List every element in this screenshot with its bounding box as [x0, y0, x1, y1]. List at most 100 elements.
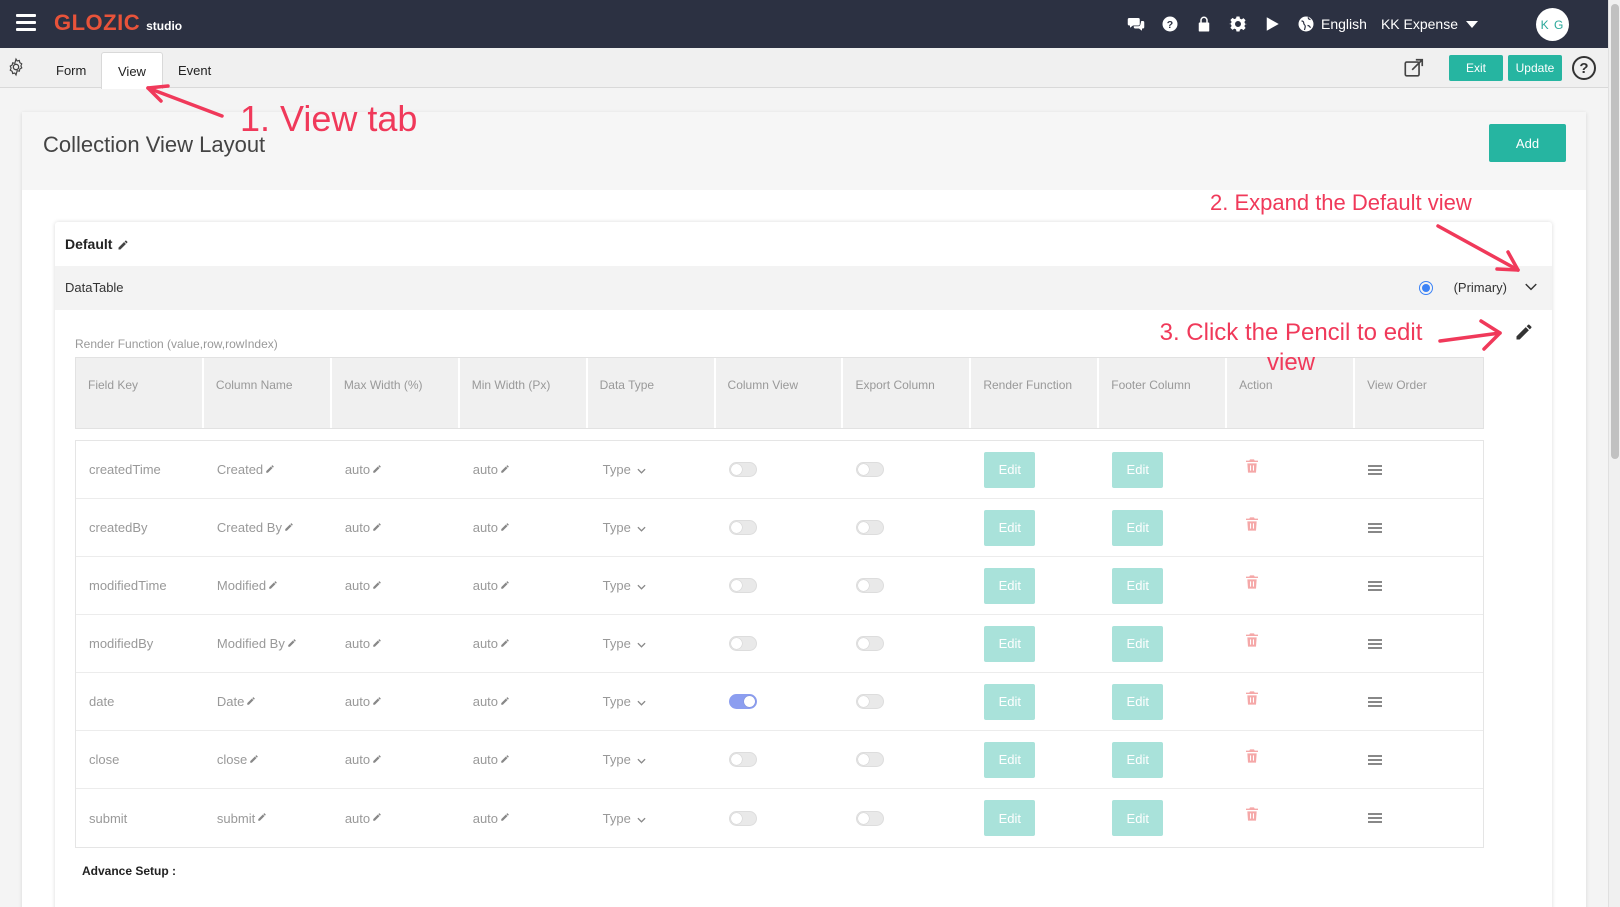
column-name-cell[interactable]: Modified: [204, 578, 332, 593]
help-icon[interactable]: ?: [1572, 56, 1596, 80]
avatar[interactable]: K G: [1536, 8, 1569, 41]
export-column-toggle[interactable]: [856, 462, 885, 477]
min-width-cell[interactable]: auto: [460, 520, 588, 535]
data-type-select[interactable]: Type: [601, 811, 646, 826]
drag-handle-icon[interactable]: [1368, 522, 1383, 533]
pencil-icon[interactable]: [257, 810, 267, 821]
min-width-cell[interactable]: auto: [460, 636, 588, 651]
add-button[interactable]: Add: [1489, 124, 1566, 162]
trash-icon[interactable]: [1244, 457, 1260, 475]
export-column-toggle[interactable]: [856, 636, 885, 651]
pencil-icon[interactable]: [372, 810, 382, 821]
drag-handle-icon[interactable]: [1368, 464, 1383, 475]
footer-edit-button[interactable]: Edit: [1112, 625, 1164, 662]
data-type-select[interactable]: Type: [601, 752, 646, 767]
tab-event[interactable]: Event: [162, 52, 227, 88]
exit-button[interactable]: Exit: [1449, 55, 1503, 81]
footer-edit-button[interactable]: Edit: [1112, 567, 1164, 604]
pencil-icon[interactable]: [500, 462, 510, 473]
min-width-cell[interactable]: auto: [460, 811, 588, 826]
trash-icon[interactable]: [1244, 747, 1260, 765]
trash-icon[interactable]: [1244, 805, 1260, 823]
tab-form[interactable]: Form: [40, 52, 102, 88]
drag-handle-icon[interactable]: [1368, 638, 1383, 649]
drag-handle-icon[interactable]: [1368, 813, 1383, 823]
export-column-toggle[interactable]: [856, 694, 885, 709]
gear-icon[interactable]: [1228, 14, 1248, 34]
pencil-icon[interactable]: [372, 752, 382, 763]
max-width-cell[interactable]: auto: [332, 520, 460, 535]
export-column-toggle[interactable]: [856, 520, 885, 535]
pencil-icon[interactable]: [500, 520, 510, 531]
render-edit-button[interactable]: Edit: [984, 800, 1036, 836]
pencil-icon[interactable]: [265, 462, 275, 473]
pencil-icon[interactable]: [287, 636, 297, 647]
footer-edit-button[interactable]: Edit: [1112, 741, 1164, 778]
scroll-thumb[interactable]: [1611, 4, 1619, 459]
trash-icon[interactable]: [1244, 689, 1260, 707]
pencil-icon[interactable]: [500, 578, 510, 589]
data-type-select[interactable]: Type: [601, 520, 646, 535]
column-name-cell[interactable]: close: [204, 752, 332, 767]
export-column-toggle[interactable]: [856, 752, 885, 767]
pencil-icon[interactable]: [500, 752, 510, 763]
chat-icon[interactable]: [1126, 14, 1146, 34]
render-edit-button[interactable]: Edit: [984, 509, 1036, 546]
export-column-toggle[interactable]: [856, 810, 885, 826]
trash-icon[interactable]: [1244, 631, 1260, 649]
drag-handle-icon[interactable]: [1368, 754, 1383, 765]
settings-icon[interactable]: [6, 57, 26, 77]
column-view-toggle[interactable]: [728, 694, 757, 709]
footer-edit-button[interactable]: Edit: [1112, 800, 1164, 836]
pencil-icon[interactable]: [372, 636, 382, 647]
column-view-toggle[interactable]: [728, 752, 757, 767]
pencil-icon[interactable]: [372, 520, 382, 531]
help-circle-icon[interactable]: ?: [1160, 14, 1180, 34]
external-link-icon[interactable]: [1403, 57, 1425, 79]
max-width-cell[interactable]: auto: [332, 752, 460, 767]
render-edit-button[interactable]: Edit: [984, 451, 1036, 488]
max-width-cell[interactable]: auto: [332, 462, 460, 477]
render-edit-button[interactable]: Edit: [984, 625, 1036, 662]
tab-view[interactable]: View: [101, 52, 163, 89]
data-type-select[interactable]: Type: [601, 636, 646, 651]
max-width-cell[interactable]: auto: [332, 578, 460, 593]
language-selector[interactable]: English: [1296, 14, 1367, 34]
trash-icon[interactable]: [1244, 573, 1260, 591]
page-scrollbar[interactable]: [1608, 0, 1620, 907]
column-name-cell[interactable]: Modified By: [204, 636, 332, 651]
min-width-cell[interactable]: auto: [460, 578, 588, 593]
drag-handle-icon[interactable]: [1368, 580, 1383, 591]
app-selector[interactable]: KK Expense: [1381, 16, 1478, 32]
render-edit-button[interactable]: Edit: [984, 567, 1036, 604]
pencil-icon[interactable]: [372, 462, 382, 473]
pencil-icon[interactable]: [246, 694, 256, 705]
column-view-toggle[interactable]: [728, 520, 757, 535]
column-view-toggle[interactable]: [728, 462, 757, 477]
chevron-down-icon[interactable]: [1524, 280, 1538, 294]
trash-icon[interactable]: [1244, 515, 1260, 533]
pencil-icon[interactable]: [372, 694, 382, 705]
column-name-cell[interactable]: submit: [204, 811, 332, 826]
footer-edit-button[interactable]: Edit: [1112, 509, 1164, 546]
primary-radio[interactable]: [1419, 281, 1433, 295]
min-width-cell[interactable]: auto: [460, 462, 588, 477]
edit-view-pencil-icon[interactable]: [1514, 322, 1534, 342]
pencil-icon[interactable]: [500, 636, 510, 647]
datatable-accordion-header[interactable]: DataTable (Primary): [55, 266, 1552, 310]
menu-icon[interactable]: [16, 14, 36, 31]
pencil-icon[interactable]: [284, 520, 294, 531]
column-view-toggle[interactable]: [728, 810, 757, 826]
min-width-cell[interactable]: auto: [460, 694, 588, 709]
rename-pencil-icon[interactable]: [117, 238, 129, 250]
min-width-cell[interactable]: auto: [460, 752, 588, 767]
footer-edit-button[interactable]: Edit: [1112, 451, 1164, 488]
lock-icon[interactable]: [1194, 14, 1214, 34]
max-width-cell[interactable]: auto: [332, 636, 460, 651]
pencil-icon[interactable]: [500, 694, 510, 705]
drag-handle-icon[interactable]: [1368, 696, 1383, 707]
update-button[interactable]: Update: [1508, 55, 1562, 81]
data-type-select[interactable]: Type: [601, 462, 646, 477]
max-width-cell[interactable]: auto: [332, 811, 460, 826]
column-name-cell[interactable]: Created By: [204, 520, 332, 535]
